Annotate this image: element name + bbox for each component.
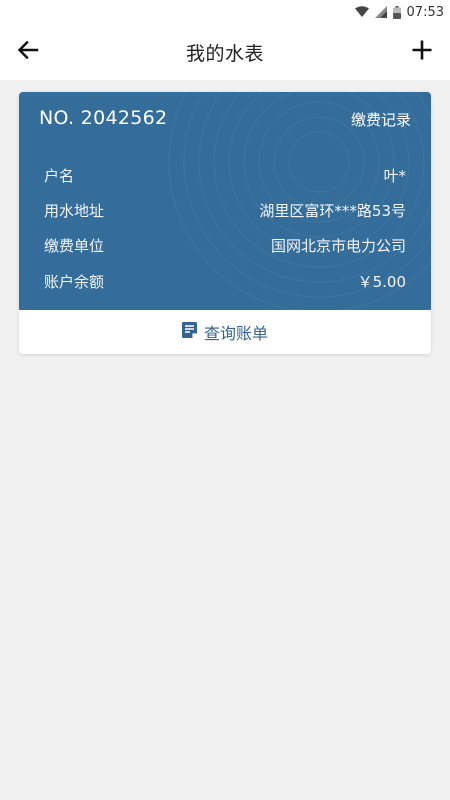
info-value: 国网北京市电力公司 bbox=[270, 236, 406, 255]
meter-card: NO. 2042562 缴费记录 户名 叶* 用水地址 湖里区富环***路53号… bbox=[19, 92, 431, 354]
info-label: 户名 bbox=[44, 166, 75, 185]
battery-icon bbox=[392, 5, 401, 19]
info-row-payment-unit: 缴费单位 国网北京市电力公司 bbox=[44, 234, 406, 256]
status-bar: 07:53 bbox=[0, 0, 450, 24]
meter-card-header: NO. 2042562 缴费记录 户名 叶* 用水地址 湖里区富环***路53号… bbox=[19, 92, 431, 310]
info-label: 缴费单位 bbox=[44, 236, 105, 255]
info-label: 用水地址 bbox=[44, 201, 105, 220]
info-row-account-name: 户名 叶* bbox=[44, 164, 406, 186]
plus-icon bbox=[411, 39, 433, 65]
info-row-balance: 账户余额 ￥5.00 bbox=[44, 270, 406, 292]
add-meter-button[interactable] bbox=[408, 38, 436, 66]
info-label: 账户余额 bbox=[44, 272, 105, 291]
signal-icon bbox=[374, 6, 387, 18]
page-title: 我的水表 bbox=[185, 42, 264, 65]
query-bill-label: 查询账单 bbox=[203, 324, 268, 343]
payment-record-link[interactable]: 缴费记录 bbox=[351, 109, 411, 130]
back-button[interactable] bbox=[14, 38, 42, 66]
meter-number: NO. 2042562 bbox=[39, 107, 168, 129]
status-time: 07:53 bbox=[406, 4, 444, 20]
info-value: 湖里区富环***路53号 bbox=[259, 201, 406, 220]
info-row-address: 用水地址 湖里区富环***路53号 bbox=[44, 199, 406, 221]
arrow-left-icon bbox=[16, 38, 40, 66]
bill-icon bbox=[181, 321, 197, 343]
wifi-icon bbox=[354, 6, 369, 18]
info-value: ￥5.00 bbox=[357, 272, 406, 291]
info-value: 叶* bbox=[383, 166, 406, 185]
query-bill-button[interactable]: 查询账单 bbox=[19, 310, 431, 354]
app-bar: 我的水表 bbox=[0, 24, 450, 80]
